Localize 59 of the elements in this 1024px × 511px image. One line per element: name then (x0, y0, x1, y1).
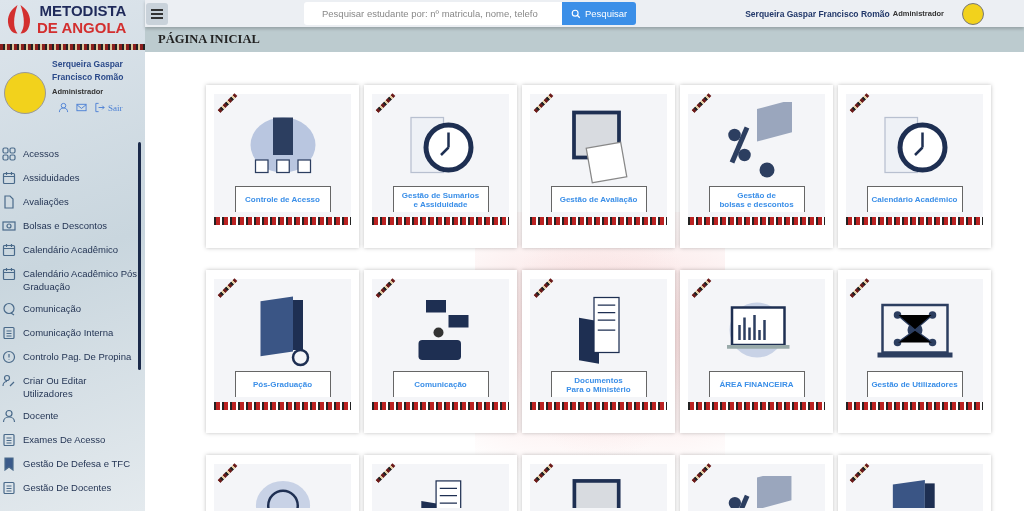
module-card[interactable]: Gestão de bolsas e descontos (680, 85, 833, 248)
search-field[interactable]: Pesquisar estudante por: nº matricula, nome, telefo (304, 2, 562, 25)
card-caption: ÁREA FINANCEIRA (708, 371, 805, 397)
header-user-name: Serqueira Gaspar Francisco Romão (745, 8, 890, 19)
card-caption: Controle de Acesso (234, 186, 331, 212)
search-icon (571, 8, 581, 19)
card-caption: Documentos Para o Ministério (550, 371, 647, 397)
doc-icon (2, 481, 16, 495)
chat-icon (2, 302, 16, 316)
sidebar-item[interactable]: Comunicação Interna (0, 322, 145, 346)
doc-icon (2, 326, 16, 340)
card-caption: Pós-Graduação (234, 371, 331, 397)
calendar-icon (2, 267, 16, 281)
scrollbar[interactable] (138, 142, 141, 370)
sidebar-item[interactable]: Bolsas e Descontos (0, 215, 145, 239)
page-title: PÁGINA INICIAL (158, 32, 260, 47)
sidebar-item[interactable]: Calendário Acadêmico Pós Graduação (0, 263, 145, 298)
sidebar-item[interactable]: Avaliações (0, 191, 145, 215)
sidebar-item[interactable]: Docente (0, 405, 145, 429)
alert-icon (2, 350, 16, 364)
bookmark-icon (2, 457, 16, 471)
sidebar-item[interactable]: Gestão De Defesa e TFC (0, 453, 145, 477)
card-caption: Gestão de Sumários e Assiduidade (392, 186, 489, 212)
calendar-icon (2, 243, 16, 257)
avatar (4, 72, 46, 114)
module-card[interactable]: Comunicação (364, 270, 517, 433)
calendar-icon (2, 171, 16, 185)
user-icon (2, 409, 16, 423)
menu-button[interactable] (146, 2, 168, 25)
module-card[interactable]: Calendário Acadêmico (838, 85, 991, 248)
avatar[interactable] (962, 2, 984, 25)
sidebar-item[interactable]: Calendário Acadêmico (0, 239, 145, 263)
card-caption: Gestão de Utilizadores (866, 371, 963, 397)
module-card[interactable]: Gestão de Avaliação (522, 85, 675, 248)
user-name: Serqueira Gaspar Francisco Romão (52, 58, 125, 84)
module-card[interactable]: Documentos Para o Ministério (522, 270, 675, 433)
brand-name: METODISTA (39, 3, 127, 20)
module-card[interactable]: Gestão de Sumários e Assiduidade (364, 85, 517, 248)
grid-icon (2, 147, 16, 161)
module-card[interactable]: Controle de Acesso (206, 85, 359, 248)
money-icon (2, 219, 16, 233)
file-icon (2, 195, 16, 209)
card-caption: Gestão de Avaliação (550, 186, 647, 212)
doc-icon (2, 433, 16, 447)
card-caption: Calendário Acadêmico (866, 186, 963, 212)
sidebar-item[interactable]: Criar Ou Editar Utilizadores (0, 370, 145, 405)
user-edit-icon (2, 374, 16, 388)
menu-icon (150, 7, 164, 20)
sidebar-item[interactable]: Acessos (0, 143, 145, 167)
sidebar-item[interactable]: Gestão De Docentes (0, 477, 145, 501)
card-caption: Gestão de bolsas e descontos (708, 186, 805, 212)
sidebar-item[interactable]: Exames De Acesso (0, 429, 145, 453)
logout-icon (94, 102, 105, 113)
card-caption: Comunicação (392, 371, 489, 397)
sidebar-item[interactable]: Comunicação (0, 298, 145, 322)
sidebar-item[interactable]: Controlo Pag. De Propina (0, 346, 145, 370)
sidebar-item[interactable]: Assiduidades (0, 167, 145, 191)
profile-icon[interactable] (58, 102, 69, 113)
brand-subtitle: DE ANGOLA (37, 19, 127, 36)
